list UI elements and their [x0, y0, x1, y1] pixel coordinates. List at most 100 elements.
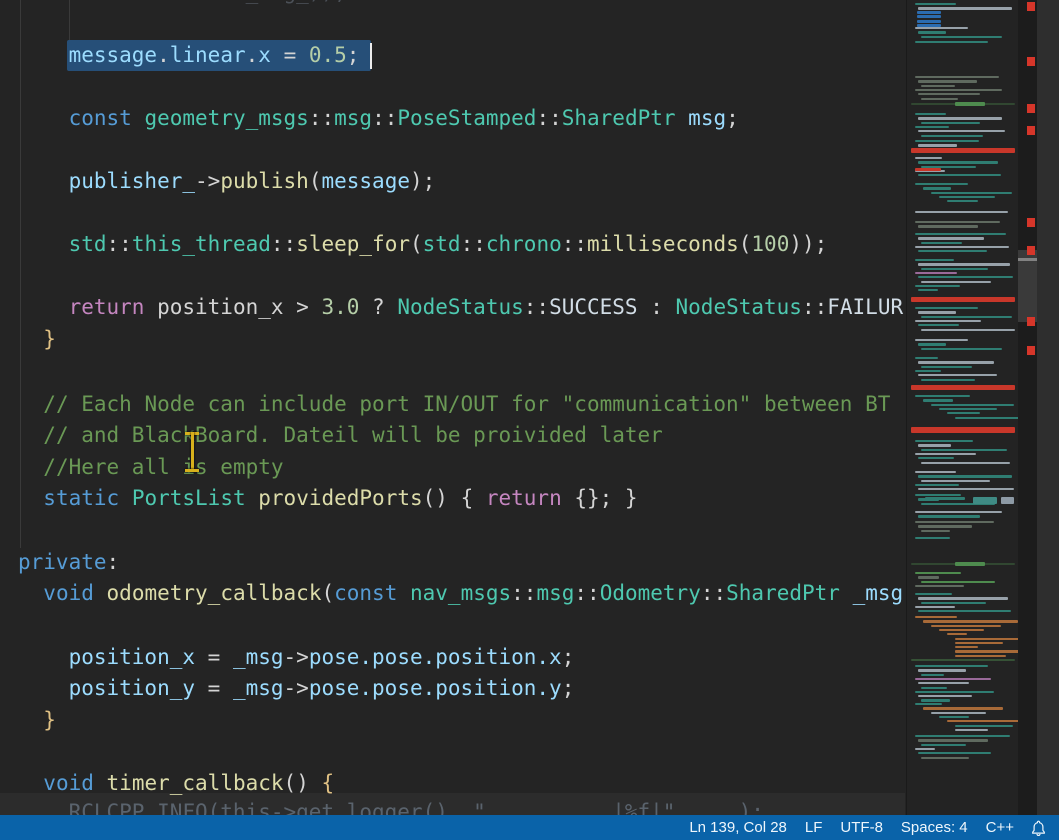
editor-scrollbar[interactable] — [1018, 0, 1037, 815]
code-line[interactable]: std::this_thread::sleep_for(std::chrono:… — [18, 229, 827, 259]
minimap-line — [918, 515, 980, 517]
error-marker — [1027, 346, 1035, 355]
status-item-cursor-position[interactable]: Ln 139, Col 28 — [680, 815, 796, 840]
code-line[interactable]: void timer_callback() { — [18, 768, 334, 798]
minimap-line — [921, 674, 944, 676]
code-token: publish — [220, 169, 309, 193]
code-token: () — [284, 771, 322, 795]
code-token: ; — [726, 106, 739, 130]
minimap-line — [921, 348, 1002, 350]
minimap-line — [931, 712, 986, 714]
minimap-line — [921, 687, 947, 689]
minimap-line — [915, 703, 942, 705]
code-token — [18, 106, 69, 130]
status-item-language-mode[interactable]: C++ — [977, 815, 1023, 840]
code-line[interactable]: void odometry_callback(const nav_msgs::m… — [18, 578, 903, 608]
code-token: _msg_)); — [18, 0, 347, 4]
minimap-line — [923, 187, 951, 189]
minimap-line — [921, 462, 1010, 464]
code-line[interactable]: const geometry_msgs::msg::PoseStamped::S… — [18, 103, 739, 133]
code-token: NodeStatus — [676, 295, 802, 319]
minimap-line — [915, 76, 999, 78]
minimap-line — [947, 412, 980, 414]
code-line[interactable]: //Here all is empty — [18, 452, 284, 482]
minimap-line — [915, 320, 981, 322]
status-item-eol[interactable]: LF — [796, 815, 832, 840]
status-item-encoding[interactable]: UTF-8 — [831, 815, 892, 840]
code-token: :: — [511, 581, 536, 605]
minimap-line — [911, 427, 1015, 433]
code-token: pose.pose.position.y — [309, 676, 562, 700]
code-line[interactable]: publisher_->publish(message); — [18, 166, 435, 196]
code-token: . — [246, 43, 259, 67]
code-token: ( — [321, 581, 334, 605]
code-token: ; — [347, 43, 360, 67]
code-line[interactable]: _msg_)); — [18, 0, 347, 7]
code-token: } — [43, 327, 56, 351]
minimap-line — [918, 576, 939, 578]
minimap-line — [915, 748, 935, 750]
code-line[interactable]: static PortsList providedPorts() { retur… — [18, 483, 638, 513]
minimap-line — [915, 27, 968, 29]
code-token: :: — [271, 232, 296, 256]
minimap-line — [947, 633, 967, 635]
code-token — [246, 486, 259, 510]
minimap-line — [911, 297, 1015, 302]
code-line[interactable]: position_y = _msg->pose.pose.position.y; — [18, 673, 574, 703]
code-token: )); — [789, 232, 827, 256]
code-line[interactable]: position_x = _msg->pose.pose.position.x; — [18, 642, 574, 672]
code-token: ( — [739, 232, 752, 256]
code-token: :: — [562, 232, 587, 256]
status-item-indentation[interactable]: Spaces: 4 — [892, 815, 977, 840]
minimap-line — [931, 192, 1012, 194]
minimap-line — [915, 370, 941, 372]
minimap-line — [918, 80, 977, 82]
editor-code-area[interactable]: _msg_)); message.linear.x = 0.5; const g… — [0, 0, 905, 815]
minimap-line — [918, 444, 951, 446]
bell-icon[interactable] — [1023, 815, 1053, 840]
code-line[interactable]: message.linear.x = 0.5; — [18, 40, 359, 70]
minimap[interactable] — [906, 0, 1019, 815]
code-token: ( — [309, 169, 322, 193]
code-line[interactable]: RCLCPP_INFO(this->get_logger(), " |%f|",… — [18, 797, 764, 815]
code-token: :: — [536, 106, 561, 130]
minimap-line — [915, 585, 964, 587]
code-token — [18, 43, 69, 67]
code-token — [18, 455, 43, 479]
code-line[interactable]: return position_x > 3.0 ? NodeStatus::SU… — [18, 292, 905, 322]
code-token: return — [486, 486, 562, 510]
code-token: :: — [461, 232, 486, 256]
code-token: odometry_callback — [107, 581, 322, 605]
code-token: // and BlackBoard. Dateil will be proivi… — [43, 423, 663, 447]
minimap-line — [918, 289, 938, 291]
code-token: -> — [195, 169, 220, 193]
minimap-line — [947, 720, 1019, 722]
code-token: static — [43, 486, 119, 510]
minimap-line — [947, 200, 978, 202]
minimap-line — [915, 678, 991, 680]
code-line[interactable]: private: — [18, 547, 119, 577]
minimap-line — [915, 484, 959, 486]
code-line[interactable]: } — [18, 324, 56, 354]
code-line[interactable]: // and BlackBoard. Dateil will be proivi… — [18, 420, 663, 450]
minimap-line — [921, 602, 986, 604]
minimap-line — [918, 488, 1014, 490]
code-token — [18, 708, 43, 732]
minimap-line — [915, 606, 955, 608]
code-token — [94, 771, 107, 795]
code-line[interactable]: // Each Node can include port IN/OUT for… — [18, 389, 905, 419]
error-marker — [1027, 2, 1035, 11]
code-token: void — [43, 771, 94, 795]
code-token: = — [271, 43, 309, 67]
minimap-line — [918, 324, 959, 326]
code-line[interactable]: } — [18, 705, 56, 735]
code-token — [18, 423, 43, 447]
code-token: ( — [410, 232, 423, 256]
code-token: = — [195, 676, 233, 700]
code-token: 0.5 — [309, 43, 347, 67]
mouse-ibeam-cursor — [183, 432, 201, 472]
code-token: publisher_ — [69, 169, 195, 193]
code-token — [132, 106, 145, 130]
code-token: SharedPtr — [726, 581, 840, 605]
code-token: NodeStatus — [397, 295, 523, 319]
